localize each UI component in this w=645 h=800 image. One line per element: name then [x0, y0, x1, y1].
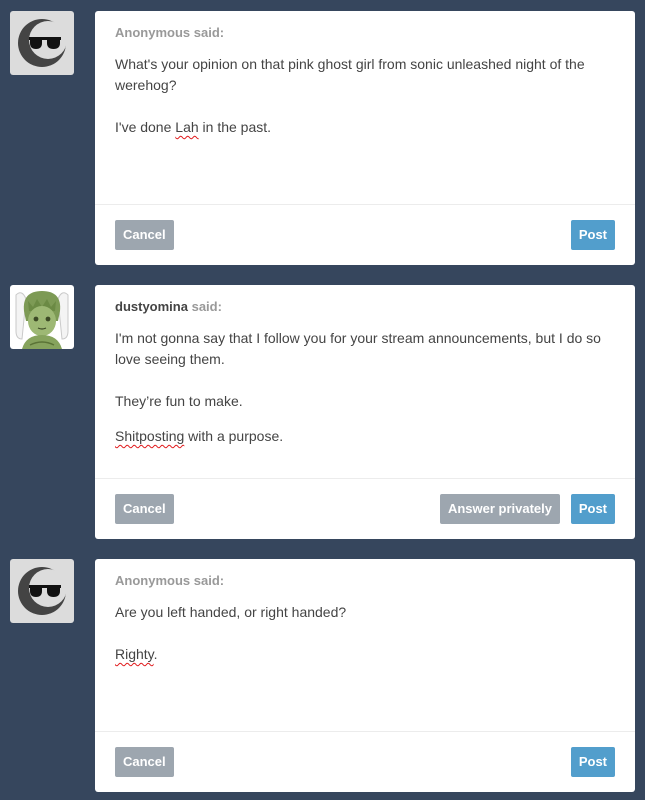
cancel-button[interactable]: Cancel: [115, 747, 174, 777]
anonymous-sunglasses-moon-icon: [10, 11, 74, 75]
ask-card: Anonymous said: Are you left handed, or …: [95, 559, 635, 792]
said-label: said:: [193, 573, 225, 588]
said-label: said:: [193, 25, 225, 40]
post-button[interactable]: Post: [570, 220, 615, 250]
answer-text[interactable]: They’re fun to make.: [115, 391, 615, 412]
asker-line: Anonymous said:: [115, 25, 615, 40]
asker-line: dustyomina said:: [115, 299, 615, 314]
anonymous-avatar[interactable]: [10, 11, 74, 75]
misspelled-word: Righty: [115, 646, 154, 662]
cancel-button[interactable]: Cancel: [115, 494, 174, 524]
ask-card: Anonymous said: What's your opinion on t…: [95, 11, 635, 265]
anonymous-sunglasses-moon-icon: [10, 559, 74, 623]
asker-name[interactable]: dustyomina: [115, 299, 188, 314]
answer-text[interactable]: Shitposting with a purpose.: [115, 426, 615, 447]
card-footer: Cancel Post: [95, 731, 635, 792]
question-text: I'm not gonna say that I follow you for …: [115, 330, 601, 367]
misspelled-word: Lah: [175, 119, 199, 135]
asker-line: Anonymous said:: [115, 573, 615, 588]
anonymous-avatar[interactable]: [10, 559, 74, 623]
post-button[interactable]: Post: [570, 494, 615, 524]
dustyomina-avatar[interactable]: [10, 285, 74, 349]
question-text: Are you left handed, or right handed?: [115, 604, 347, 620]
asker-name[interactable]: Anonymous: [115, 573, 190, 588]
cancel-button[interactable]: Cancel: [115, 220, 174, 250]
card-footer: Cancel Post: [95, 204, 635, 265]
asker-name[interactable]: Anonymous: [115, 25, 190, 40]
answer-text[interactable]: I've done Lah in the past.: [115, 117, 615, 138]
answer-privately-button[interactable]: Answer privately: [439, 494, 560, 524]
ask-card: dustyomina said: I'm not gonna say that …: [95, 285, 635, 539]
misspelled-word: Shitposting: [115, 428, 185, 444]
answer-text[interactable]: Righty.: [115, 644, 615, 665]
card-footer: Cancel Answer privately Post: [95, 478, 635, 539]
green-character-avatar: [10, 285, 74, 349]
said-label: said:: [191, 299, 222, 314]
post-button[interactable]: Post: [570, 747, 615, 777]
question-text: What's your opinion on that pink ghost g…: [115, 56, 585, 93]
